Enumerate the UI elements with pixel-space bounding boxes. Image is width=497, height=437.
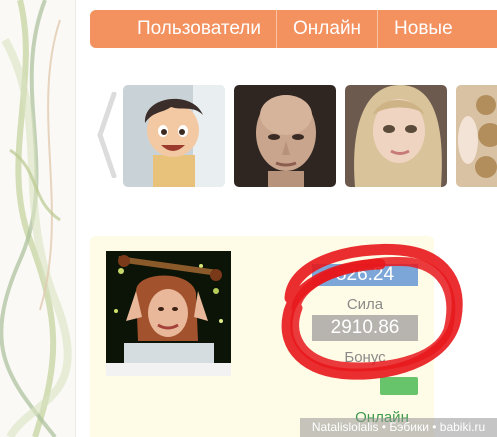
nav-new[interactable]: Новые: [378, 10, 469, 48]
user-avatar[interactable]: [106, 251, 231, 376]
bonus-bar: [380, 377, 418, 395]
watermark: Natalislolalis • Бэбики • babiki.ru: [300, 418, 497, 437]
bonus-label: Бонус: [344, 349, 386, 366]
stat-top-value: 526.24: [312, 264, 418, 286]
carousel-thumb-3[interactable]: [345, 85, 447, 187]
nav-users[interactable]: Пользователи: [90, 10, 276, 48]
bald-doll-head-icon: [234, 85, 336, 187]
decorative-background: [0, 0, 75, 437]
blonde-doll-icon: [345, 85, 447, 187]
nav-online[interactable]: Онлайн: [277, 10, 377, 48]
user-photo-icon: [106, 251, 231, 376]
top-nav: Пользователи Онлайн Новые: [90, 10, 497, 48]
carousel-prev-arrow-icon[interactable]: [96, 91, 118, 179]
vine-decoration-icon: [0, 0, 72, 437]
carousel-thumb-1[interactable]: [123, 85, 225, 187]
carousel-thumb-4[interactable]: [456, 85, 497, 187]
carousel-thumb-2[interactable]: [234, 85, 336, 187]
strength-label: Сила: [346, 296, 384, 313]
cartoon-boy-doll-icon: [123, 85, 225, 187]
content-border: [75, 0, 76, 437]
curly-hair-doll-icon: [456, 85, 497, 187]
strength-value: 2910.86: [312, 315, 418, 341]
